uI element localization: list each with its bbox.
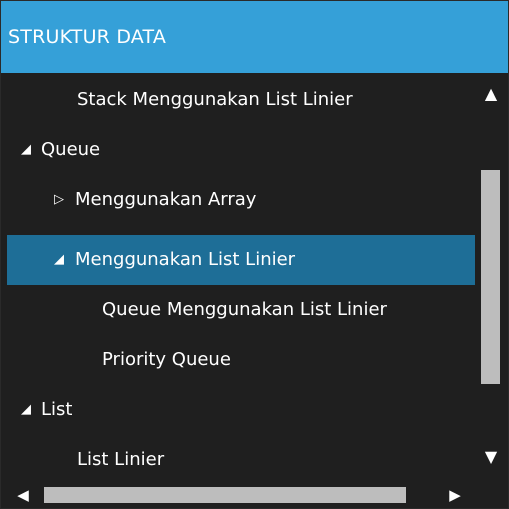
tree-item-label: Priority Queue <box>102 349 231 370</box>
tree-item-queue[interactable]: ◢ Queue <box>7 125 475 175</box>
tree-item-stack-list-linier[interactable]: Stack Menggunakan List Linier <box>7 75 475 125</box>
expanded-arrow-icon[interactable]: ◢ <box>21 125 31 175</box>
scroll-down-icon[interactable]: ▼ <box>476 442 506 472</box>
scroll-up-icon[interactable]: ▲ <box>476 79 506 109</box>
tree-item-priority-queue[interactable]: Priority Queue <box>7 335 475 385</box>
tree-item-label: Menggunakan Array <box>75 189 257 210</box>
vertical-scrollbar[interactable]: ▲ ▼ <box>476 75 506 484</box>
tree-item-list-linier[interactable]: List Linier <box>7 435 475 484</box>
tree-item-label: Queue Menggunakan List Linier <box>102 299 387 320</box>
tree-view: Stack Menggunakan List Linier ◢ Queue ▷ … <box>7 75 475 484</box>
scroll-left-icon[interactable]: ◀ <box>11 484 35 506</box>
tree-item-label: Menggunakan List Linier <box>75 249 296 270</box>
expanded-arrow-icon[interactable]: ◢ <box>54 235 64 285</box>
horizontal-scrollbar[interactable]: ◀ ▶ <box>7 484 475 506</box>
tree-item-queue-list-linier[interactable]: Queue Menggunakan List Linier <box>7 285 475 335</box>
tree-item-list[interactable]: ◢ List <box>7 385 475 435</box>
scroll-right-icon[interactable]: ▶ <box>443 484 467 506</box>
tree-item-label: Stack Menggunakan List Linier <box>77 89 353 110</box>
scrollbar-corner <box>476 484 506 506</box>
panel-header: STRUKTUR DATA <box>1 1 508 73</box>
tree-item-menggunakan-list-linier[interactable]: ◢ Menggunakan List Linier <box>7 235 475 285</box>
panel-title: STRUKTUR DATA <box>8 26 167 48</box>
tree-panel: STRUKTUR DATA Stack Menggunakan List Lin… <box>0 0 509 509</box>
vertical-scroll-thumb[interactable] <box>481 170 500 384</box>
horizontal-scroll-thumb[interactable] <box>44 487 406 503</box>
tree-item-label: List <box>41 399 73 420</box>
tree-item-menggunakan-array[interactable]: ▷ Menggunakan Array <box>7 175 475 225</box>
collapsed-arrow-icon[interactable]: ▷ <box>54 175 64 225</box>
tree-item-label: List Linier <box>77 449 165 470</box>
tree-item-label: Queue <box>41 139 101 160</box>
expanded-arrow-icon[interactable]: ◢ <box>21 385 31 435</box>
